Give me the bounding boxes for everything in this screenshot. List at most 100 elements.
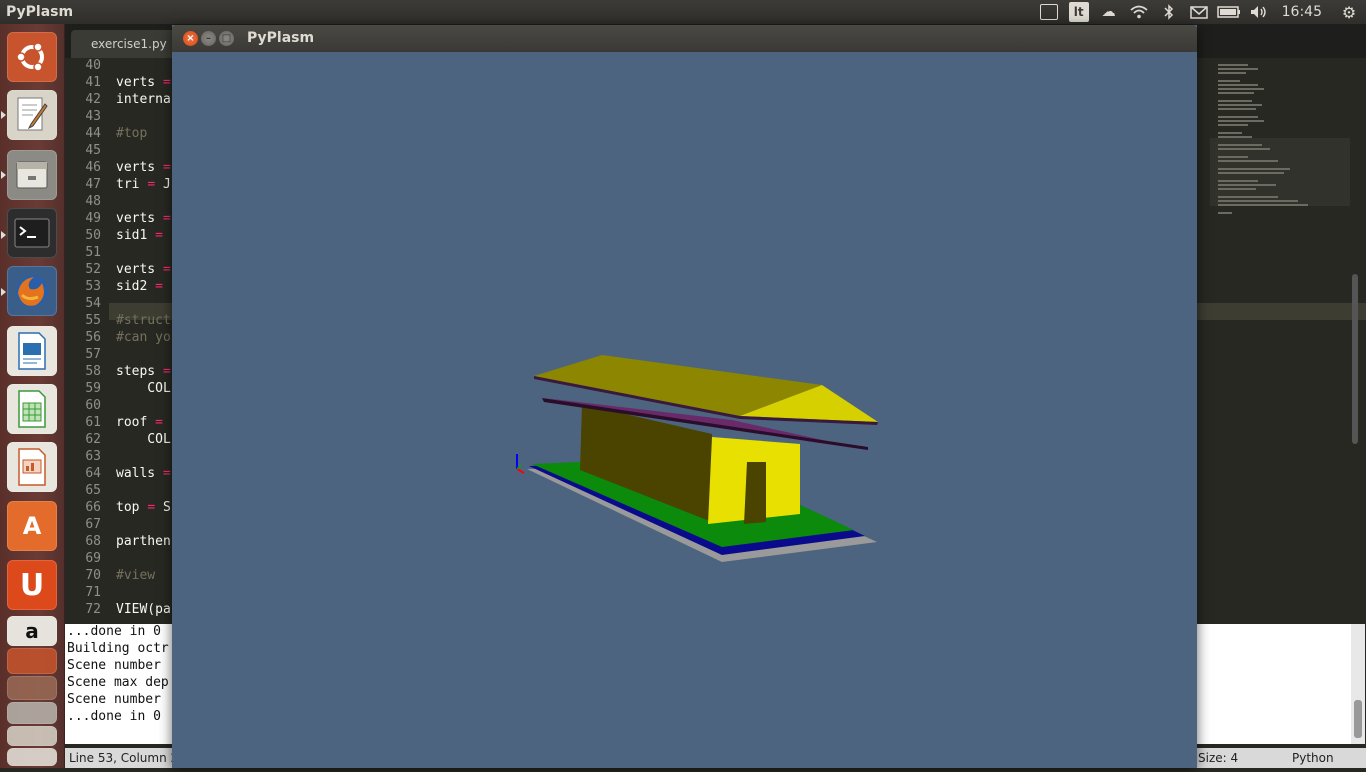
line-number: 42 — [85, 92, 101, 107]
text-editor-icon[interactable] — [7, 90, 57, 140]
code-line[interactable]: COL — [116, 432, 171, 447]
code-line[interactable]: VIEW(pa — [116, 602, 171, 617]
tab-size[interactable]: Size: 4 — [1198, 751, 1238, 765]
line-number: 40 — [85, 58, 101, 73]
lt-indicator-icon[interactable]: lt — [1064, 0, 1094, 24]
code-line[interactable]: #can yo — [116, 330, 171, 345]
ubuntu-dash-icon[interactable] — [7, 32, 57, 82]
line-number: 46 — [85, 160, 101, 175]
code-line[interactable]: walls = — [116, 466, 171, 481]
minimap-line — [1218, 168, 1290, 170]
pyplasm-titlebar[interactable]: × – □ PyPlasm — [172, 25, 1197, 52]
console-line: Scene max dep — [67, 675, 169, 690]
code-line[interactable]: roof = — [116, 415, 163, 430]
code-line[interactable]: tri = J — [116, 177, 171, 192]
line-number: 49 — [85, 211, 101, 226]
bluetooth-icon[interactable] — [1154, 0, 1184, 24]
maximize-button[interactable]: □ — [219, 31, 234, 46]
line-number: 56 — [85, 330, 101, 345]
running-indicator — [1, 111, 6, 119]
minimap-line — [1218, 204, 1308, 206]
running-indicator — [1, 231, 6, 239]
line-number-gutter: 40 41 42 43 44 45 46 47 48 49 50 51 52 53 54 55 56 57 58 59… — [65, 58, 109, 648]
close-button[interactable]: × — [183, 31, 198, 46]
minimap-line — [1218, 200, 1298, 202]
code-line[interactable]: COL — [116, 381, 171, 396]
line-number: 58 — [85, 364, 101, 379]
3d-viewport[interactable] — [172, 52, 1197, 768]
maximize-icon: □ — [221, 33, 232, 44]
clock[interactable]: 16:45 — [1274, 4, 1332, 20]
line-number: 43 — [85, 109, 101, 124]
terminal-icon[interactable] — [7, 208, 57, 258]
code-line[interactable]: interna — [116, 92, 171, 107]
minimize-icon: – — [206, 33, 211, 44]
pyplasm-window: × – □ PyPlasm — [172, 25, 1197, 768]
stacked-app-icon[interactable] — [7, 676, 57, 700]
stacked-app-icon[interactable] — [7, 648, 57, 674]
code-line[interactable]: #struct — [116, 313, 171, 328]
code-line[interactable]: #top — [116, 126, 147, 141]
minimap-line — [1218, 144, 1262, 146]
line-number: 44 — [85, 126, 101, 141]
minimap-line — [1218, 84, 1258, 86]
minimize-button[interactable]: – — [201, 31, 216, 46]
wifi-icon[interactable] — [1124, 0, 1154, 24]
minimap-line — [1218, 132, 1242, 134]
libreoffice-impress-icon[interactable] — [7, 442, 57, 492]
minimap-line — [1218, 92, 1254, 94]
minimap[interactable] — [1218, 64, 1350, 244]
minimap-line — [1218, 108, 1256, 110]
minimap-line — [1218, 188, 1256, 190]
libreoffice-calc-icon[interactable] — [7, 384, 57, 434]
line-number: 41 — [85, 75, 101, 90]
console-scrollbar-thumb[interactable] — [1354, 700, 1362, 738]
close-icon: × — [186, 33, 195, 44]
files-icon[interactable] — [7, 150, 57, 200]
pyplasm-title: PyPlasm — [247, 30, 315, 46]
code-line[interactable]: verts = — [116, 160, 171, 175]
minimap-line — [1218, 116, 1258, 118]
ubuntu-one-icon[interactable]: U — [7, 560, 57, 610]
volume-icon[interactable] — [1244, 0, 1274, 24]
stacked-app-icon[interactable] — [7, 726, 57, 746]
code-line[interactable]: top = S — [116, 500, 171, 515]
system-tray: lt ☁ 16:45 ⚙ — [1034, 0, 1366, 24]
code-line[interactable]: verts = — [116, 75, 171, 90]
code-line[interactable]: parthen — [116, 534, 171, 549]
cloud-icon[interactable]: ☁ — [1094, 0, 1124, 24]
line-number: 61 — [85, 415, 101, 430]
battery-icon[interactable] — [1214, 0, 1244, 24]
line-number: 57 — [85, 347, 101, 362]
running-indicator — [1, 288, 6, 296]
code-line[interactable]: sid2 = — [116, 279, 163, 294]
code-line[interactable]: steps = — [116, 364, 171, 379]
stacked-app-icon[interactable] — [7, 748, 57, 766]
editor-scrollbar[interactable] — [1352, 274, 1358, 444]
code-line[interactable]: verts = — [116, 262, 171, 277]
door — [744, 462, 766, 524]
minimap-line — [1218, 180, 1258, 182]
code-line[interactable]: sid1 = — [116, 228, 163, 243]
mail-icon[interactable] — [1184, 0, 1214, 24]
line-number: 71 — [85, 585, 101, 600]
libreoffice-writer-icon[interactable] — [7, 326, 57, 376]
minimap-line — [1218, 172, 1284, 174]
gear-icon[interactable]: ⚙ — [1332, 3, 1366, 22]
code-line[interactable]: #view — [116, 568, 155, 583]
line-number: 64 — [85, 466, 101, 481]
firefox-icon[interactable] — [7, 266, 57, 316]
active-app-title: PyPlasm — [6, 4, 74, 20]
code-line[interactable]: verts = — [116, 211, 171, 226]
amazon-icon[interactable]: a — [7, 616, 57, 646]
software-center-icon[interactable]: A — [7, 501, 57, 551]
syntax-language[interactable]: Python — [1292, 751, 1334, 765]
cursor-position[interactable]: Line 53, Column 2 — [69, 751, 178, 765]
storage-icon[interactable] — [1034, 0, 1064, 24]
minimap-line — [1218, 120, 1264, 122]
stacked-app-icon[interactable] — [7, 702, 57, 724]
line-number: 72 — [85, 602, 101, 617]
line-number: 50 — [85, 228, 101, 243]
minimap-line — [1218, 64, 1248, 66]
axis-x — [516, 468, 525, 474]
